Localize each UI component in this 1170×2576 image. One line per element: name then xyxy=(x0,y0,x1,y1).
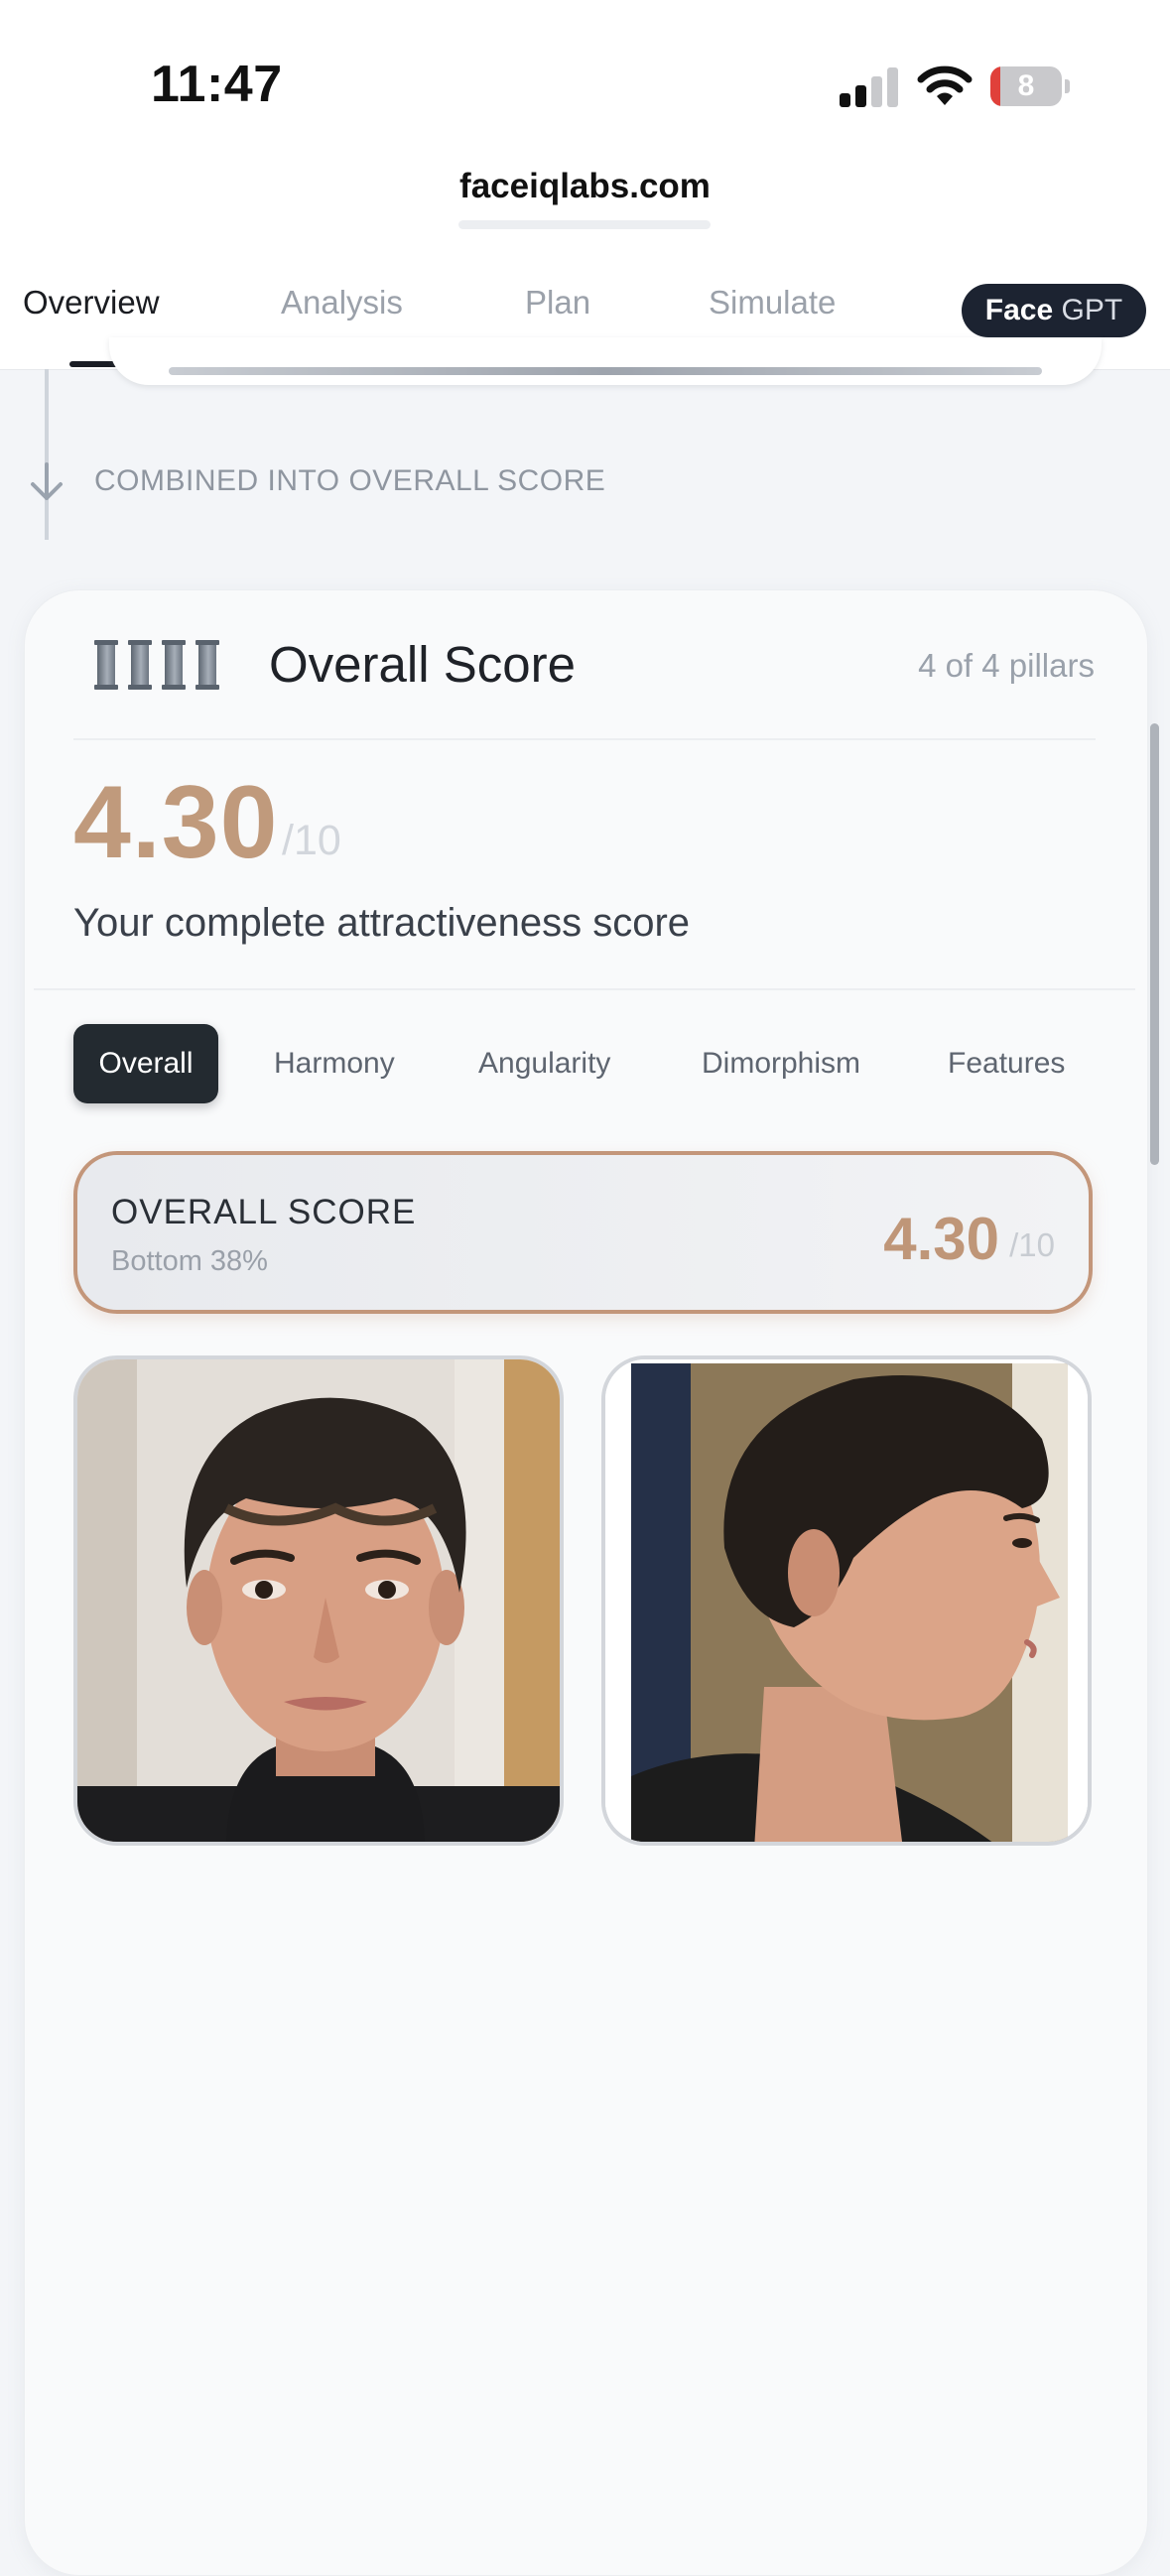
facegpt-label-strong: Face xyxy=(984,294,1054,326)
connector-line xyxy=(45,369,49,540)
summary-label: OVERALL SCORE xyxy=(111,1193,417,1231)
signal-icon xyxy=(840,65,899,107)
url-text[interactable]: faceiqlabs.com xyxy=(0,167,1170,206)
status-time: 11:47 xyxy=(151,56,283,113)
side-profile-image xyxy=(605,1359,1088,1842)
front-face-image xyxy=(77,1359,560,1842)
header-divider xyxy=(73,738,1096,740)
battery-icon: 8 xyxy=(990,66,1070,106)
card-title: Overall Score xyxy=(269,636,576,693)
battery-nub xyxy=(1065,79,1070,93)
summary-rank: Bottom 38% xyxy=(111,1245,268,1277)
url-bar[interactable]: faceiqlabs.com xyxy=(0,149,1170,248)
overall-score-value: 4.30 xyxy=(73,765,279,880)
side-photo[interactable] xyxy=(601,1355,1092,1846)
scrollbar[interactable] xyxy=(1150,723,1159,1165)
category-tab-dimorphism[interactable]: Dimorphism xyxy=(702,1024,860,1103)
score-subtitle: Your complete attractiveness score xyxy=(73,901,691,945)
tab-simulate[interactable]: Simulate xyxy=(709,284,836,322)
status-bar: 11:47 8 xyxy=(0,0,1170,149)
pillars-count: 4 of 4 pillars xyxy=(918,647,1095,684)
overall-score-summary: OVERALL SCORE Bottom 38% 4.30 /10 xyxy=(73,1151,1093,1314)
category-tab-angularity[interactable]: Angularity xyxy=(478,1024,610,1103)
pillars-icon xyxy=(94,640,219,690)
summary-denominator: /10 xyxy=(1009,1226,1055,1263)
connector-label: COMBINED INTO OVERALL SCORE xyxy=(94,464,606,497)
category-tab-overall[interactable]: Overall xyxy=(73,1024,218,1103)
wifi-icon xyxy=(917,65,973,105)
category-tab-features[interactable]: Features xyxy=(948,1024,1065,1103)
front-photo[interactable] xyxy=(73,1355,564,1846)
facegpt-label-light: GPT xyxy=(1061,294,1123,326)
tab-analysis[interactable]: Analysis xyxy=(281,284,403,322)
battery-body: 8 xyxy=(990,66,1062,106)
arrow-down-icon xyxy=(31,462,63,500)
battery-level: 8 xyxy=(1017,69,1035,102)
overall-score-denominator: /10 xyxy=(282,817,341,864)
category-tab-harmony[interactable]: Harmony xyxy=(274,1024,395,1103)
tab-overview[interactable]: Overview xyxy=(23,284,160,322)
previous-card-bar xyxy=(169,367,1042,375)
tab-plan[interactable]: Plan xyxy=(525,284,590,322)
subtitle-divider xyxy=(34,988,1135,990)
previous-card-edge xyxy=(109,337,1102,385)
summary-score: 4.30 xyxy=(883,1206,999,1272)
url-underline xyxy=(458,220,711,229)
facegpt-button[interactable]: Face GPT xyxy=(962,284,1146,337)
